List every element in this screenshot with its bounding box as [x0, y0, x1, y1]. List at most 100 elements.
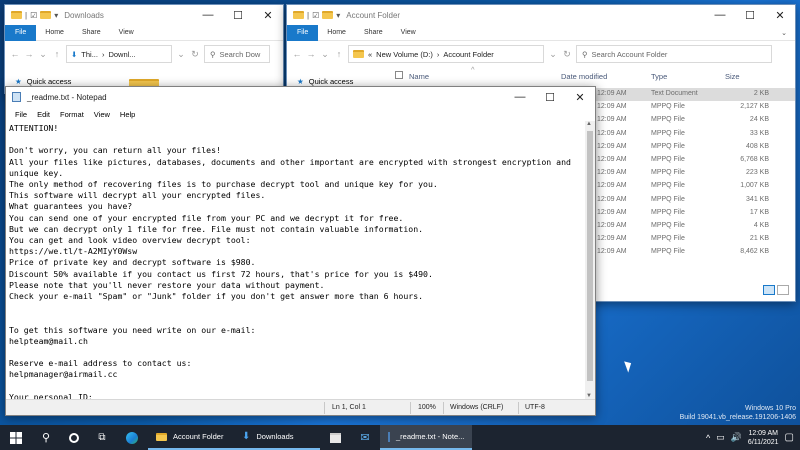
- vertical-scrollbar[interactable]: ▲ ▼: [585, 121, 595, 399]
- breadcrumb-this-pc[interactable]: Thi...: [81, 50, 98, 59]
- close-button[interactable]: ✕: [565, 87, 595, 107]
- details-view-icon[interactable]: [763, 285, 775, 295]
- address-row: ← → ⌄ ↑ « New Volume (D:) › Account Fold…: [287, 41, 795, 67]
- recent-chevron-icon[interactable]: ⌄: [320, 49, 330, 60]
- menu-help[interactable]: Help: [115, 110, 140, 119]
- close-button[interactable]: ✕: [253, 5, 283, 25]
- large-icons-view-icon[interactable]: [777, 285, 789, 295]
- chevron-down-icon[interactable]: ▾: [336, 11, 340, 20]
- menu-edit[interactable]: Edit: [32, 110, 55, 119]
- close-button[interactable]: ✕: [765, 5, 795, 25]
- chevron-up-icon[interactable]: ^: [706, 433, 710, 443]
- quick-access-toolbar: | ☑ ▾: [5, 11, 58, 20]
- minimize-button[interactable]: —: [193, 5, 223, 25]
- menu-format[interactable]: Format: [55, 110, 89, 119]
- address-bar[interactable]: « New Volume (D:) › Account Folder: [348, 45, 544, 63]
- refresh-icon[interactable]: ↻: [190, 49, 200, 60]
- windows-watermark: Windows 10 Pro Build 19041.vb_release.19…: [680, 404, 796, 422]
- breadcrumb-downloads[interactable]: Downl...: [108, 50, 135, 59]
- recent-chevron-icon[interactable]: ⌄: [38, 49, 48, 60]
- text-editor[interactable]: ATTENTION! Don't worry, you can return a…: [6, 121, 585, 402]
- task-view-button[interactable]: ⧉: [88, 425, 116, 450]
- file-size: 24 KB: [749, 116, 769, 124]
- breadcrumb-overflow[interactable]: «: [368, 50, 372, 59]
- volume-icon[interactable]: 🔊: [731, 432, 742, 443]
- line-ending: Windows (CRLF): [450, 404, 504, 411]
- breadcrumb-new-volume[interactable]: New Volume (D:): [376, 50, 433, 59]
- notification-icon[interactable]: ▢: [785, 432, 794, 443]
- forward-arrow-icon[interactable]: →: [24, 49, 34, 59]
- breadcrumb-account-folder[interactable]: Account Folder: [443, 50, 493, 59]
- file-date: 12:09 AM: [597, 195, 627, 203]
- search-placeholder: Search Dow: [219, 49, 261, 59]
- file-size: 21 KB: [749, 235, 769, 243]
- search-input[interactable]: ⚲ Search Account Folder: [576, 45, 772, 63]
- file-type: MPPQ File: [651, 116, 685, 124]
- scroll-up-icon[interactable]: ▲: [586, 121, 592, 127]
- tab-home[interactable]: Home: [36, 29, 73, 36]
- taskbar-app-account-folder[interactable]: Account Folder: [148, 425, 234, 450]
- properties-icon[interactable]: ☑: [312, 11, 319, 20]
- mail-button[interactable]: ✉: [350, 425, 380, 450]
- menu-view[interactable]: View: [89, 110, 115, 119]
- tab-file[interactable]: File: [287, 24, 319, 41]
- explorer-downloads-window[interactable]: | ☑ ▾ Downloads — ☐ ✕ File Home Share Vi…: [4, 4, 284, 94]
- notepad-window[interactable]: _readme.txt - Notepad — ☐ ✕ File Edit Fo…: [5, 86, 596, 416]
- chevron-down-icon[interactable]: ▾: [54, 11, 58, 20]
- properties-icon[interactable]: ☑: [30, 11, 37, 20]
- scroll-thumb[interactable]: [587, 131, 593, 381]
- back-arrow-icon[interactable]: ←: [292, 49, 302, 59]
- search-button[interactable]: ⚲: [32, 425, 60, 450]
- expand-ribbon-icon[interactable]: ⌄: [781, 29, 795, 37]
- maximize-button[interactable]: ☐: [535, 87, 565, 107]
- nav-quick-access[interactable]: Quick access: [27, 77, 72, 86]
- tab-home[interactable]: Home: [318, 29, 355, 36]
- maximize-button[interactable]: ☐: [735, 5, 765, 25]
- clock-time: 12:09 AM: [748, 429, 779, 437]
- maximize-button[interactable]: ☐: [223, 5, 253, 25]
- store-button[interactable]: [320, 425, 350, 450]
- taskbar-app-downloads[interactable]: ⬇ Downloads: [234, 425, 320, 450]
- column-date-modified[interactable]: Date modified: [561, 72, 607, 81]
- column-name[interactable]: Name: [409, 72, 429, 81]
- file-size: 1,007 KB: [740, 182, 769, 190]
- tab-share[interactable]: Share: [355, 29, 392, 36]
- new-folder-icon[interactable]: [40, 11, 52, 19]
- file-type: MPPQ File: [651, 248, 685, 256]
- file-size: 33 KB: [749, 129, 769, 137]
- tab-view[interactable]: View: [392, 29, 425, 36]
- minimize-button[interactable]: —: [505, 87, 535, 107]
- tab-share[interactable]: Share: [73, 29, 110, 36]
- up-arrow-icon[interactable]: ↑: [334, 49, 344, 59]
- dropdown-icon[interactable]: ⌄: [176, 49, 186, 60]
- up-arrow-icon[interactable]: ↑: [52, 49, 62, 59]
- divider: [324, 402, 325, 414]
- back-arrow-icon[interactable]: ←: [10, 49, 20, 59]
- network-icon[interactable]: ▭: [716, 432, 725, 443]
- titlebar[interactable]: _readme.txt - Notepad — ☐ ✕: [6, 87, 595, 107]
- clock[interactable]: 12:09 AM 6/11/2021: [748, 429, 779, 447]
- minimize-button[interactable]: —: [705, 5, 735, 25]
- dropdown-icon[interactable]: ⌄: [548, 49, 558, 60]
- file-type: MPPQ File: [651, 103, 685, 111]
- cortana-button[interactable]: [60, 425, 88, 450]
- titlebar[interactable]: | ☑ ▾ Account Folder — ☐ ✕: [287, 5, 795, 25]
- search-input[interactable]: ⚲ Search Dow: [204, 45, 270, 63]
- edge-button[interactable]: [116, 425, 148, 450]
- cursor-position: Ln 1, Col 1: [332, 404, 366, 411]
- refresh-icon[interactable]: ↻: [562, 49, 572, 60]
- menu-file[interactable]: File: [10, 110, 32, 119]
- folder-icon: [353, 50, 364, 58]
- start-button[interactable]: [0, 425, 32, 450]
- address-bar[interactable]: ⬇ Thi... › Downl...: [66, 45, 172, 63]
- titlebar[interactable]: | ☑ ▾ Downloads — ☐ ✕: [5, 5, 283, 25]
- tab-view[interactable]: View: [110, 29, 143, 36]
- column-type[interactable]: Type: [651, 72, 667, 81]
- new-folder-icon[interactable]: [322, 11, 334, 19]
- file-date: 12:09 AM: [597, 142, 627, 150]
- select-all-checkbox[interactable]: [395, 71, 403, 79]
- taskbar-app-notepad[interactable]: _readme.txt - Note...: [380, 425, 472, 450]
- column-size[interactable]: Size: [725, 72, 740, 81]
- forward-arrow-icon[interactable]: →: [306, 49, 316, 59]
- tab-file[interactable]: File: [5, 24, 37, 41]
